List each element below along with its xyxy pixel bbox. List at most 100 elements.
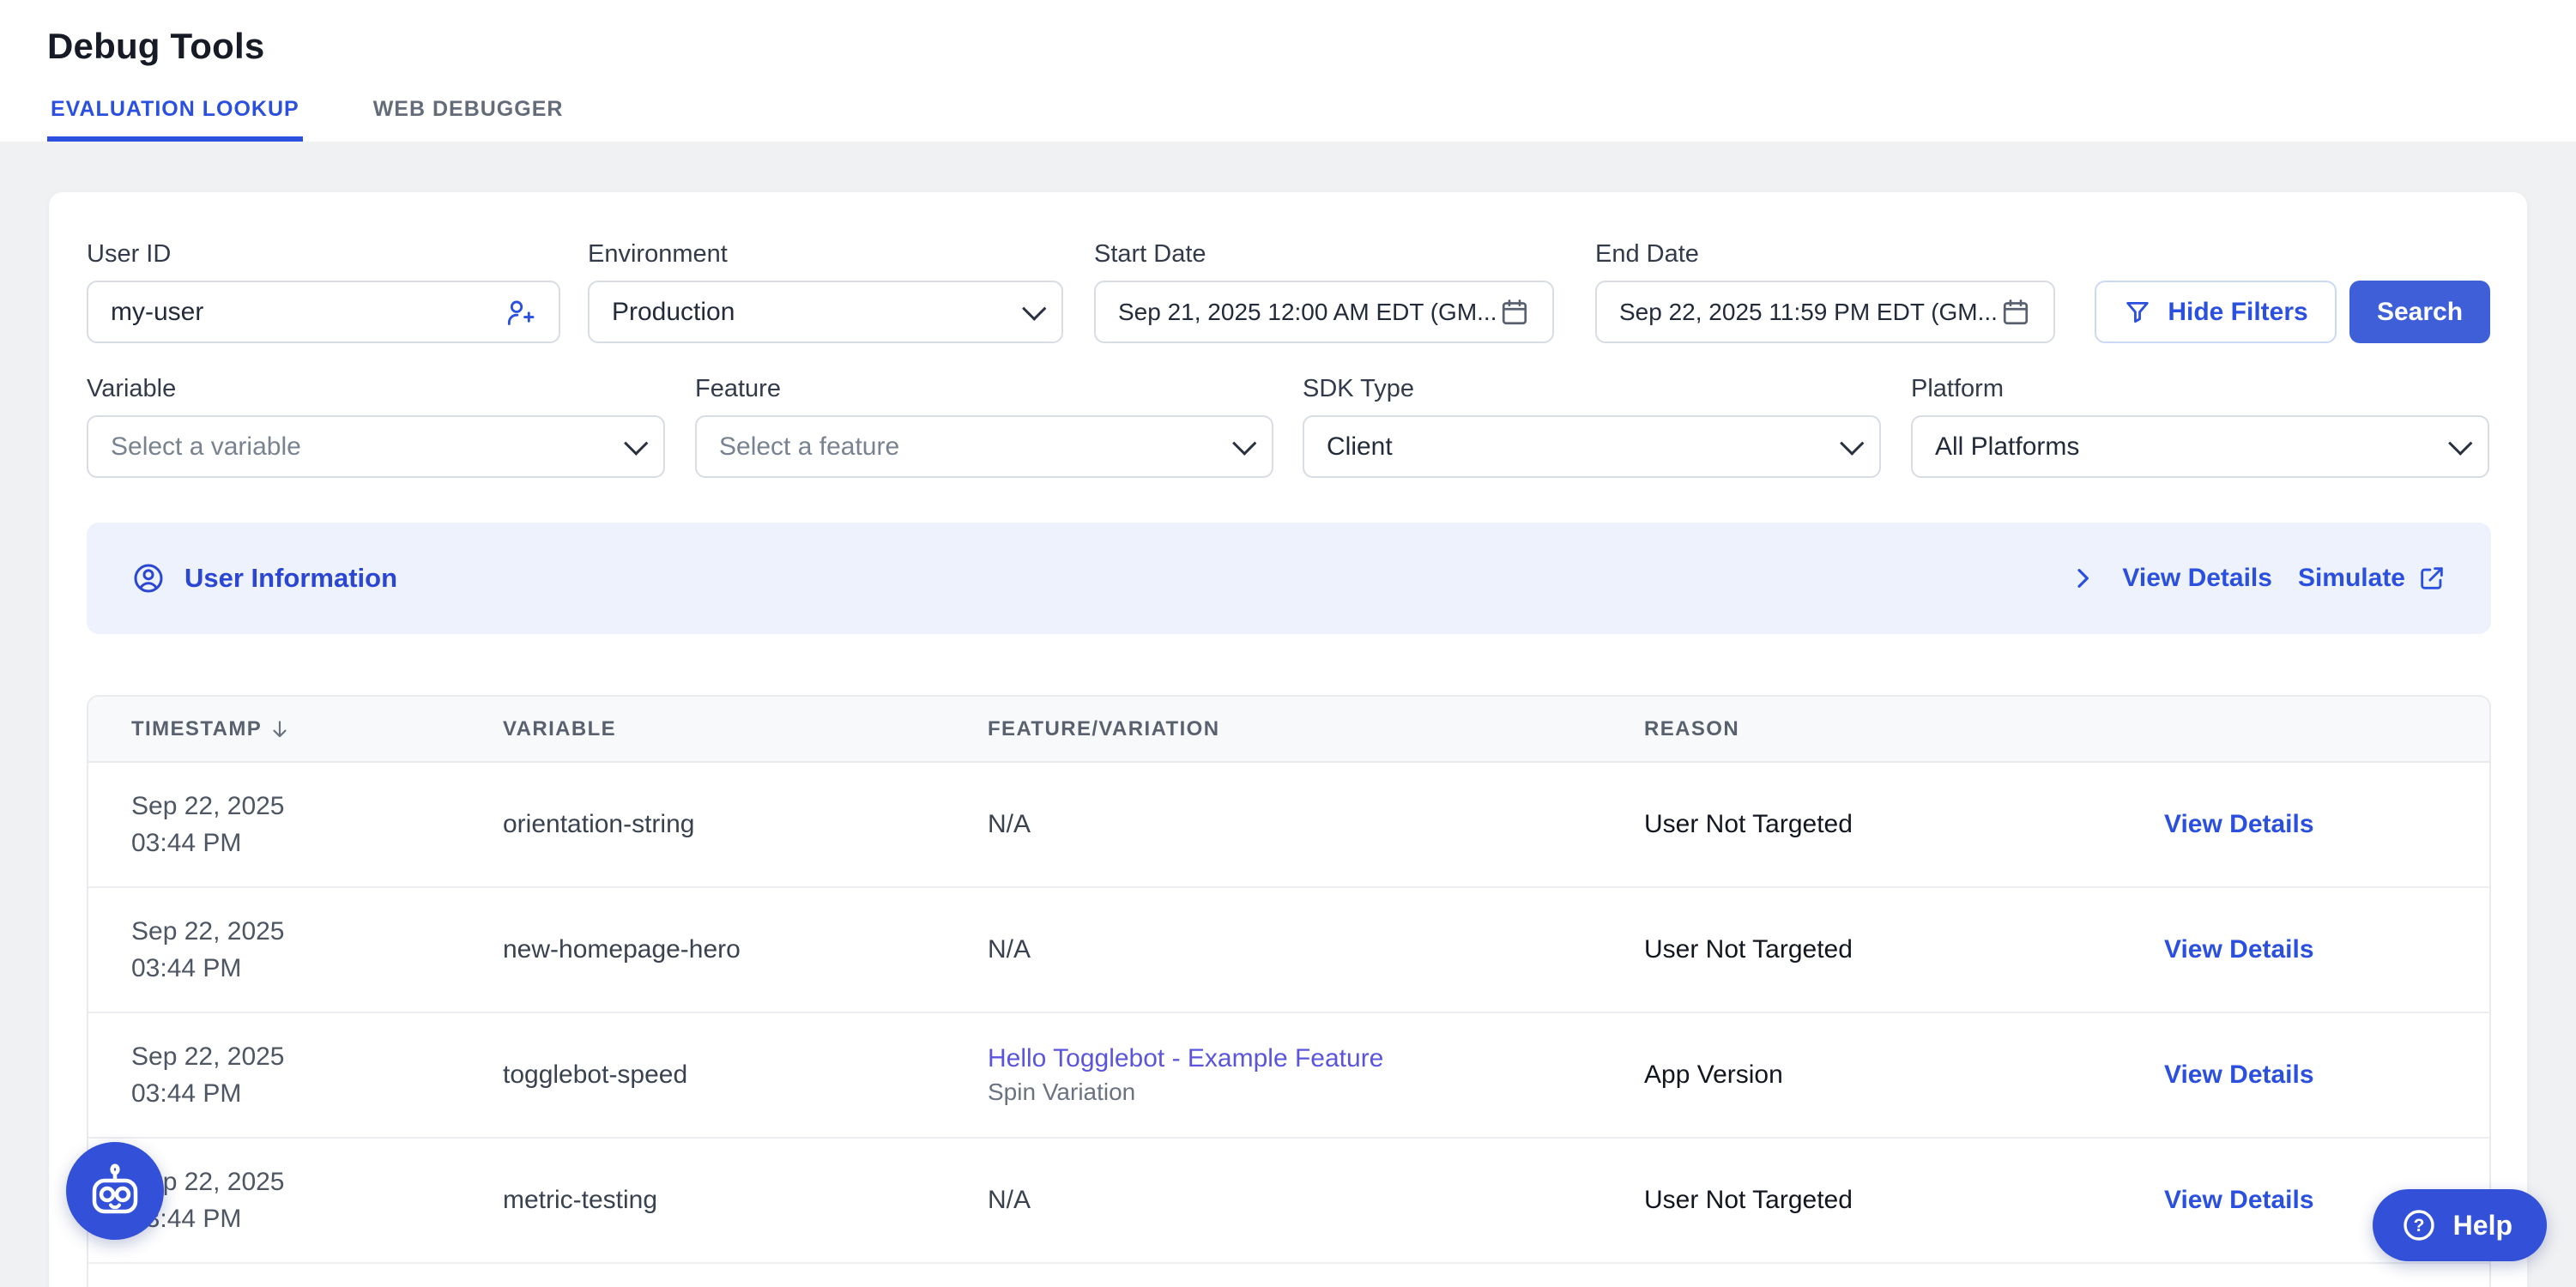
calendar-icon[interactable]: [2000, 297, 2031, 328]
column-header-feature-variation[interactable]: FEATURE/VARIATION: [988, 717, 1644, 741]
banner-actions: View Details Simulate: [2069, 564, 2446, 593]
timestamp-cell: Sep 22, 2025 03:44 PM: [88, 913, 503, 988]
user-information-title: User Information: [184, 563, 397, 594]
sort-descending-icon[interactable]: [269, 718, 291, 740]
end-date-value: Sep 22, 2025 11:59 PM EDT (GM...: [1619, 299, 2000, 326]
tab-evaluation-lookup-label: EVALUATION LOOKUP: [51, 97, 299, 122]
variable-cell: togglebot-speed: [503, 1060, 988, 1090]
chevron-right-icon[interactable]: [2069, 565, 2096, 592]
user-id-label: User ID: [87, 240, 171, 269]
view-details-link[interactable]: View Details: [2164, 1186, 2314, 1214]
help-button-label: Help: [2453, 1210, 2513, 1242]
start-date-field[interactable]: Sep 21, 2025 12:00 AM EDT (GM...: [1094, 281, 1554, 343]
feature-cell: N/A: [988, 810, 1644, 839]
user-id-field[interactable]: [87, 281, 560, 343]
user-plus-icon[interactable]: [504, 296, 536, 329]
start-date-value: Sep 21, 2025 12:00 AM EDT (GM...: [1118, 299, 1499, 326]
search-button-label: Search: [2377, 298, 2463, 327]
view-details-link[interactable]: View Details: [2164, 810, 2314, 838]
variable-label: Variable: [87, 375, 176, 403]
variable-cell: metric-testing: [503, 1186, 988, 1215]
table-header-row: TIMESTAMP VARIABLE FEATURE/VARIATION REA…: [88, 697, 2489, 763]
chevron-down-icon: [2448, 431, 2472, 455]
timestamp-cell: Sep 22, 2025 03:44 PM: [88, 788, 503, 862]
column-header-reason[interactable]: REASON: [1644, 717, 2164, 741]
feature-placeholder: Select a feature: [719, 432, 1220, 462]
column-header-variable-label: VARIABLE: [503, 717, 616, 741]
tab-web-debugger[interactable]: WEB DEBUGGER: [370, 90, 567, 142]
variable-select[interactable]: Select a variable: [87, 415, 665, 478]
feature-cell: N/A: [988, 1186, 1644, 1215]
funnel-icon: [2123, 298, 2152, 327]
table-row: Sep 22, 2025 03:44 PM metric-testing N/A…: [88, 1139, 2489, 1264]
sdk-type-value: Client: [1327, 432, 1828, 462]
timestamp-time: 03:44 PM: [131, 1075, 503, 1113]
column-header-timestamp[interactable]: TIMESTAMP: [88, 717, 503, 741]
table-row-partial: [88, 1264, 2489, 1287]
column-header-reason-label: REASON: [1644, 717, 1739, 741]
column-header-variable[interactable]: VARIABLE: [503, 717, 988, 741]
reason-cell: App Version: [1644, 1060, 2164, 1090]
start-date-label: Start Date: [1094, 240, 1206, 269]
table-row: Sep 22, 2025 03:44 PM new-homepage-hero …: [88, 888, 2489, 1013]
timestamp-date: Sep 22, 2025: [131, 913, 503, 951]
feature-link[interactable]: Hello Togglebot - Example Feature: [988, 1044, 1644, 1073]
search-button[interactable]: Search: [2349, 281, 2490, 343]
tab-web-debugger-label: WEB DEBUGGER: [373, 97, 564, 122]
banner-view-details-link[interactable]: View Details: [2122, 564, 2272, 593]
view-details-link[interactable]: View Details: [2164, 935, 2314, 964]
chevron-down-icon: [1022, 296, 1046, 320]
variable-cell: new-homepage-hero: [503, 935, 988, 964]
variable-placeholder: Select a variable: [111, 432, 612, 462]
chevron-down-icon: [624, 431, 648, 455]
timestamp-date: Sep 22, 2025: [131, 788, 503, 825]
page-title: Debug Tools: [47, 26, 264, 67]
evaluations-table: TIMESTAMP VARIABLE FEATURE/VARIATION REA…: [87, 695, 2491, 1287]
table-row: Sep 22, 2025 03:44 PM togglebot-speed He…: [88, 1013, 2489, 1139]
platform-select[interactable]: All Platforms: [1911, 415, 2489, 478]
feature-cell: N/A: [988, 935, 1644, 964]
chevron-down-icon: [1840, 431, 1864, 455]
chevron-down-icon: [1232, 431, 1256, 455]
variation-label: Spin Variation: [988, 1079, 1644, 1106]
user-information-banner[interactable]: User Information View Details Simulate: [87, 523, 2491, 634]
variable-cell: orientation-string: [503, 810, 988, 839]
help-question-icon: ?: [2400, 1206, 2438, 1244]
reason-cell: User Not Targeted: [1644, 810, 2164, 839]
svg-text:?: ?: [2413, 1216, 2424, 1236]
view-details-link[interactable]: View Details: [2164, 1060, 2314, 1089]
end-date-label: End Date: [1595, 240, 1699, 269]
simulate-link[interactable]: Simulate: [2298, 564, 2446, 593]
feature-select[interactable]: Select a feature: [695, 415, 1273, 478]
calendar-icon[interactable]: [1499, 297, 1530, 328]
reason-cell: User Not Targeted: [1644, 1186, 2164, 1215]
evaluation-lookup-panel: User ID Environment Start Date End Date …: [49, 192, 2527, 1287]
environment-select[interactable]: Production: [588, 281, 1063, 343]
column-header-feature-variation-label: FEATURE/VARIATION: [988, 717, 1219, 741]
end-date-field[interactable]: Sep 22, 2025 11:59 PM EDT (GM...: [1595, 281, 2055, 343]
tab-bar: EVALUATION LOOKUP WEB DEBUGGER: [47, 90, 566, 142]
column-header-timestamp-label: TIMESTAMP: [131, 717, 262, 741]
banner-view-details-label: View Details: [2122, 564, 2272, 593]
external-link-icon: [2417, 564, 2446, 593]
table-row: Sep 22, 2025 03:44 PM orientation-string…: [88, 763, 2489, 888]
user-id-input[interactable]: [111, 298, 504, 327]
hide-filters-button[interactable]: Hide Filters: [2095, 281, 2337, 343]
timestamp-time: 03:44 PM: [131, 1200, 503, 1238]
feature-label: Feature: [695, 375, 781, 403]
user-circle-icon: [131, 561, 166, 595]
feature-cell: Hello Togglebot - Example Feature Spin V…: [988, 1044, 1644, 1106]
platform-label: Platform: [1911, 375, 2004, 403]
timestamp-time: 03:44 PM: [131, 825, 503, 862]
environment-value: Production: [612, 298, 1010, 327]
tab-evaluation-lookup[interactable]: EVALUATION LOOKUP: [47, 90, 303, 142]
togglebot-fab[interactable]: [66, 1142, 164, 1240]
hide-filters-label: Hide Filters: [2168, 298, 2307, 327]
environment-label: Environment: [588, 240, 728, 269]
sdk-type-select[interactable]: Client: [1303, 415, 1881, 478]
timestamp-date: Sep 22, 2025: [131, 1163, 503, 1201]
reason-cell: User Not Targeted: [1644, 935, 2164, 964]
simulate-label: Simulate: [2298, 564, 2405, 593]
togglebot-icon: [82, 1158, 148, 1224]
help-button[interactable]: ? Help: [2373, 1189, 2547, 1261]
